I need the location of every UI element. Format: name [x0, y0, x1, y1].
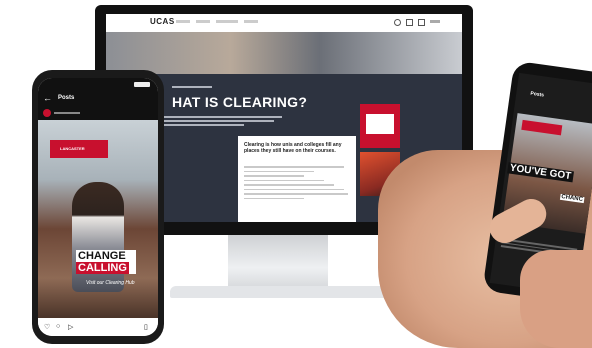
back-arrow-icon[interactable]: ←	[43, 93, 52, 103]
post-actions-bar: ♡ ○ ▷ ▯	[38, 320, 158, 336]
post-user-row	[38, 106, 158, 120]
phone-right-header-title: Posts	[529, 90, 545, 99]
monitor-base	[170, 286, 390, 298]
info-card-title: Clearing is how unis and colleges fill a…	[244, 142, 342, 154]
nav-item[interactable]	[196, 20, 210, 23]
nav-item[interactable]	[244, 20, 258, 23]
nav-item[interactable]	[216, 20, 238, 23]
nav-item[interactable]	[176, 20, 190, 23]
site-header: UCAS	[106, 14, 462, 33]
account-icon[interactable]	[406, 19, 413, 26]
page-title: HAT IS CLEARING?	[172, 94, 308, 110]
username[interactable]	[54, 112, 80, 114]
cart-icon[interactable]	[418, 19, 425, 26]
phone-left-header-title: Posts	[58, 95, 75, 101]
battery-icon	[134, 82, 150, 87]
intro-text	[164, 116, 284, 126]
bookmark-icon[interactable]: ▯	[144, 323, 148, 331]
headline-line-2: CALLING	[76, 262, 129, 274]
avatar[interactable]	[43, 109, 51, 117]
monitor-stand	[228, 235, 328, 290]
status-bar	[38, 78, 158, 92]
headline-subline: Visit our Clearing Hub	[86, 280, 135, 286]
breadcrumb	[172, 86, 212, 88]
thumb	[520, 250, 592, 348]
comment-icon[interactable]: ○	[56, 323, 60, 330]
share-icon[interactable]: ▷	[68, 323, 73, 331]
site-logo[interactable]: UCAS	[150, 17, 175, 26]
like-icon[interactable]: ♡	[44, 323, 50, 331]
info-card-body	[244, 166, 350, 199]
promo-tile-badge	[366, 114, 394, 134]
headline-banner: CHANGE IS CALLING	[76, 250, 136, 276]
menu-icon[interactable]	[430, 20, 440, 23]
phone-left-screen: ← Posts LANCASTER CHANGE IS CALLING Visi…	[38, 78, 158, 336]
search-icon[interactable]	[394, 19, 401, 26]
phone-left-header: ← Posts	[38, 92, 158, 106]
lancaster-logo-text: LANCASTER	[60, 146, 85, 151]
